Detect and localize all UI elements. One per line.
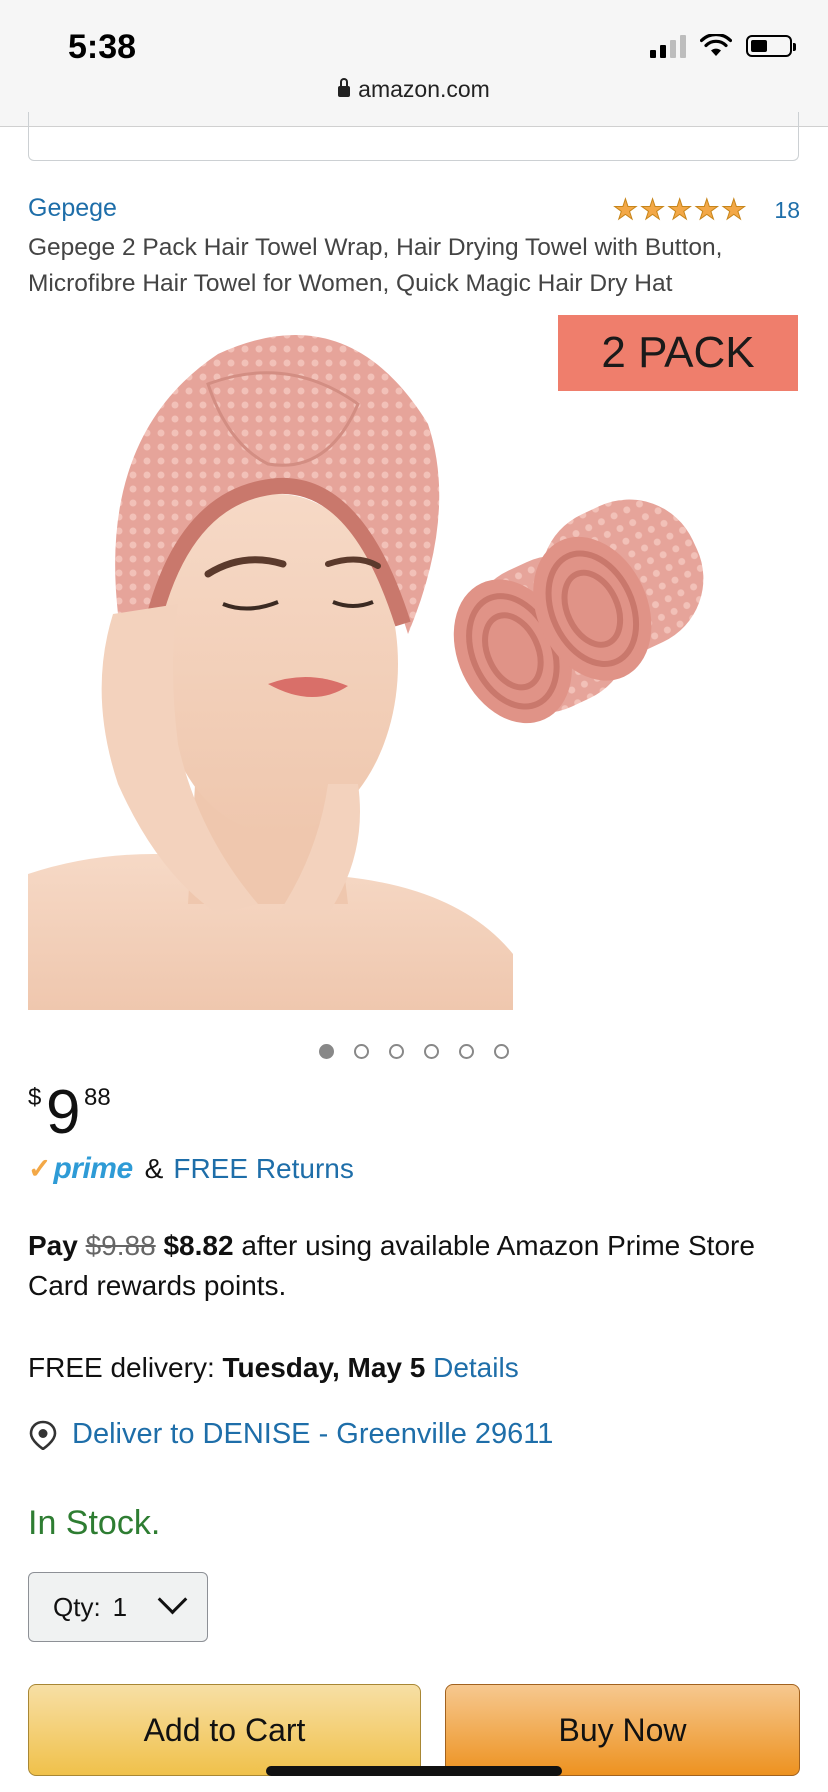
clock-time: 5:38	[68, 28, 137, 66]
carousel-dot[interactable]	[389, 1044, 404, 1059]
delivery-info: FREE delivery: Tuesday, May 5 Details	[28, 1352, 519, 1384]
carousel-dot[interactable]	[459, 1044, 474, 1059]
status-icons	[650, 34, 796, 58]
carousel-dot[interactable]	[319, 1044, 334, 1059]
buy-now-button[interactable]: Buy Now	[445, 1684, 800, 1776]
cellular-signal-icon	[650, 34, 686, 58]
search-box-remnant	[28, 112, 799, 161]
battery-icon	[746, 35, 796, 57]
add-to-cart-button[interactable]: Add to Cart	[28, 1684, 421, 1776]
location-pin-icon	[29, 1420, 57, 1450]
quantity-select[interactable]: Qty: 1	[28, 1572, 208, 1642]
price-whole: 9	[46, 1078, 81, 1147]
carousel-dot[interactable]	[424, 1044, 439, 1059]
pay-label: Pay	[28, 1230, 78, 1261]
price-currency: $	[28, 1084, 42, 1111]
discounted-price: $8.82	[163, 1230, 234, 1261]
rating-summary[interactable]: ★ ★ ★ ★ ★ 18	[612, 194, 800, 225]
original-price: $9.88	[85, 1230, 156, 1261]
product-image[interactable]	[28, 314, 800, 1010]
chevron-down-icon	[157, 1584, 188, 1615]
prime-amp: &	[144, 1153, 164, 1184]
lock-icon	[338, 78, 351, 97]
deliver-to-location[interactable]: Deliver to DENISE - Greenville 29611	[28, 1418, 553, 1451]
delivery-date: Tuesday, May 5	[222, 1352, 426, 1383]
brand-link[interactable]: Gepege	[28, 194, 117, 223]
star-icon: ★	[612, 194, 638, 225]
prime-logo: prime	[53, 1152, 133, 1185]
star-icon: ★	[667, 194, 693, 225]
url-text: amazon.com	[358, 76, 490, 102]
url-bar[interactable]: amazon.com	[0, 76, 828, 103]
rating-count[interactable]: 18	[774, 197, 800, 224]
home-indicator[interactable]	[266, 1766, 562, 1776]
quantity-label: Qty:	[53, 1591, 101, 1622]
star-icon: ★	[694, 194, 720, 225]
product-title: Gepege 2 Pack Hair Towel Wrap, Hair Dryi…	[28, 234, 723, 297]
star-icon: ★	[639, 194, 666, 225]
price-fraction: 88	[84, 1084, 111, 1111]
prime-check-icon: ✓	[28, 1153, 52, 1184]
prime-badge-row: ✓ prime & FREE Returns	[28, 1152, 354, 1186]
carousel-dot[interactable]	[494, 1044, 509, 1059]
carousel-dot[interactable]	[354, 1044, 369, 1059]
pack-badge: 2 PACK	[558, 315, 798, 391]
wifi-icon	[700, 34, 732, 56]
pay-offer: Pay $9.88 $8.82 after using available Am…	[28, 1226, 800, 1306]
star-rating: ★ ★ ★ ★ ★	[612, 194, 747, 225]
delivery-details-link[interactable]: Details	[433, 1352, 519, 1383]
image-carousel-dots[interactable]	[0, 1044, 828, 1059]
free-returns-link[interactable]: FREE Returns	[173, 1153, 354, 1185]
deliver-to-text[interactable]: Deliver to DENISE - Greenville 29611	[72, 1418, 553, 1451]
product-photo-illustration	[28, 335, 704, 1010]
star-icon: ★	[721, 194, 747, 225]
delivery-label: FREE delivery:	[28, 1352, 215, 1383]
quantity-value: 1	[112, 1591, 128, 1622]
stock-status: In Stock.	[28, 1504, 161, 1542]
browser-status-bar: 5:38 amazon.com	[0, 0, 828, 127]
